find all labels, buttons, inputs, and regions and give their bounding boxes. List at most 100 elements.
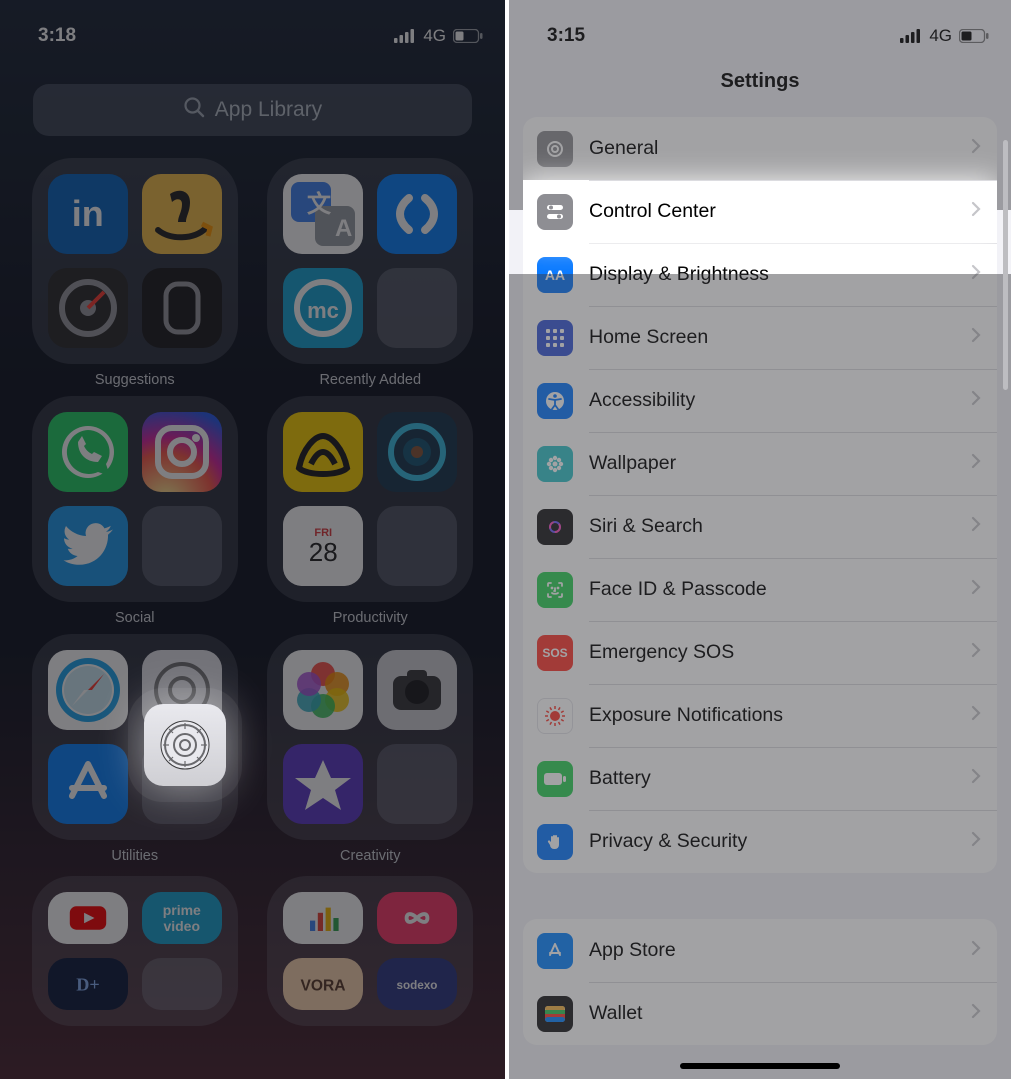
folder-partial[interactable]: VORA sodexo	[267, 876, 473, 1026]
folder-recently added[interactable]: 文A mc	[267, 158, 473, 364]
app-amazon[interactable]	[142, 174, 222, 254]
app-safari[interactable]	[48, 650, 128, 730]
gear-icon	[155, 715, 215, 775]
chevron-right-icon	[971, 768, 981, 789]
svg-text:A: A	[335, 215, 352, 242]
svg-text:sodexo: sodexo	[397, 979, 438, 992]
app-google translate[interactable]: 文A	[283, 174, 363, 254]
settings-row-label: Privacy & Security	[589, 830, 971, 853]
settings-row-faceid-passcode[interactable]: Face ID & Passcode	[523, 558, 997, 621]
settings-row-control-center[interactable]: Control Center	[523, 180, 997, 243]
app-shazam[interactable]	[377, 174, 457, 254]
app-prime video[interactable]: primevideo	[142, 892, 222, 944]
app-mobilecare[interactable]: mc	[283, 268, 363, 348]
app-calendar[interactable]: FRI28	[283, 506, 363, 586]
AA-icon: AA	[537, 257, 573, 293]
app-app store[interactable]	[48, 744, 128, 824]
settings-row-general[interactable]: General	[523, 117, 997, 180]
svg-text:D+: D+	[76, 975, 100, 995]
app-app a[interactable]	[283, 892, 363, 944]
hand-icon	[537, 824, 573, 860]
settings-row-display-brightness[interactable]: AA Display & Brightness	[523, 243, 997, 306]
app-disney+[interactable]: D+	[48, 958, 128, 1010]
chevron-right-icon	[971, 1003, 981, 1024]
settings-group-2: App Store Wallet	[523, 919, 997, 1045]
chevron-right-icon	[971, 327, 981, 348]
chevron-right-icon	[971, 831, 981, 852]
signal-icon	[394, 29, 416, 43]
app-basecamp[interactable]	[283, 412, 363, 492]
folder-creativity[interactable]	[267, 634, 473, 840]
svg-text:VORA: VORA	[301, 978, 346, 995]
app-watch[interactable]	[142, 268, 222, 348]
signal-icon	[900, 29, 922, 43]
folder-suggestions[interactable]: in	[32, 158, 238, 364]
settings-row-privacy-security[interactable]: Privacy & Security	[523, 810, 997, 873]
folder-label: Utilities	[26, 848, 244, 864]
chevron-right-icon	[971, 940, 981, 961]
settings-row-exposure-notifications[interactable]: Exposure Notifications	[523, 684, 997, 747]
app-camera-like[interactable]	[377, 412, 457, 492]
scrollbar[interactable]	[1003, 140, 1008, 390]
settings-row-label: Accessibility	[589, 389, 971, 412]
app-app d[interactable]: sodexo	[377, 958, 457, 1010]
settings-row-siri-search[interactable]: Siri & Search	[523, 495, 997, 558]
accessibility-icon	[537, 383, 573, 419]
app-photos[interactable]	[283, 650, 363, 730]
battery-icon	[537, 761, 573, 797]
app-library-search[interactable]: App Library	[33, 84, 472, 136]
settings-screen: 3:15 4G Settings General Control Center	[509, 0, 1011, 1079]
app-more[interactable]	[142, 958, 222, 1010]
folder-label: Social	[26, 610, 244, 626]
settings-row-app-store[interactable]: App Store	[523, 919, 997, 982]
app-app b[interactable]	[377, 892, 457, 944]
app-measure[interactable]	[48, 268, 128, 348]
settings-row-label: General	[589, 137, 971, 160]
folder-social[interactable]	[32, 396, 238, 602]
network-label: 4G	[929, 26, 952, 46]
app-linkedin[interactable]: in	[48, 174, 128, 254]
folder-productivity[interactable]: FRI28	[267, 396, 473, 602]
chevron-right-icon	[971, 453, 981, 474]
app-imovie[interactable]	[283, 744, 363, 824]
settings-row-label: Wallpaper	[589, 452, 971, 475]
app-camera[interactable]	[377, 650, 457, 730]
settings-row-label: Siri & Search	[589, 515, 971, 538]
settings-row-wallpaper[interactable]: Wallpaper	[523, 432, 997, 495]
app-youtube[interactable]	[48, 892, 128, 944]
settings-row-battery[interactable]: Battery	[523, 747, 997, 810]
toggles-icon	[537, 194, 573, 230]
app-more[interactable]	[377, 506, 457, 586]
folder-partial[interactable]: primevideo D+	[32, 876, 238, 1026]
folder-label: Recently Added	[262, 372, 480, 388]
app-more[interactable]	[142, 506, 222, 586]
app-more[interactable]	[377, 268, 457, 348]
faceid-icon	[537, 572, 573, 608]
settings-row-accessibility[interactable]: Accessibility	[523, 369, 997, 432]
settings-row-wallet[interactable]: Wallet	[523, 982, 997, 1045]
settings-row-label: Wallet	[589, 1002, 971, 1025]
home-indicator[interactable]	[680, 1063, 840, 1069]
siri-icon	[537, 509, 573, 545]
settings-row-emergency-sos[interactable]: SOS Emergency SOS	[523, 621, 997, 684]
page-title: Settings	[509, 58, 1011, 107]
status-time: 3:15	[547, 25, 585, 47]
search-icon	[183, 96, 205, 124]
settings-row-label: Battery	[589, 767, 971, 790]
settings-row-label: Home Screen	[589, 326, 971, 349]
chevron-right-icon	[971, 705, 981, 726]
settings-row-home-screen[interactable]: Home Screen	[523, 306, 997, 369]
flower-icon	[537, 446, 573, 482]
settings-app-highlighted[interactable]	[144, 704, 226, 786]
app-more[interactable]	[377, 744, 457, 824]
settings-row-label: Display & Brightness	[589, 263, 971, 286]
app-app c[interactable]: VORA	[283, 958, 363, 1010]
status-bar: 3:15 4G	[509, 0, 1011, 58]
app-whatsapp[interactable]	[48, 412, 128, 492]
app-twitter[interactable]	[48, 506, 128, 586]
wallet-icon	[537, 996, 573, 1032]
chevron-right-icon	[971, 138, 981, 159]
chevron-right-icon	[971, 642, 981, 663]
app-instagram[interactable]	[142, 412, 222, 492]
status-bar: 3:18 4G	[0, 0, 505, 58]
